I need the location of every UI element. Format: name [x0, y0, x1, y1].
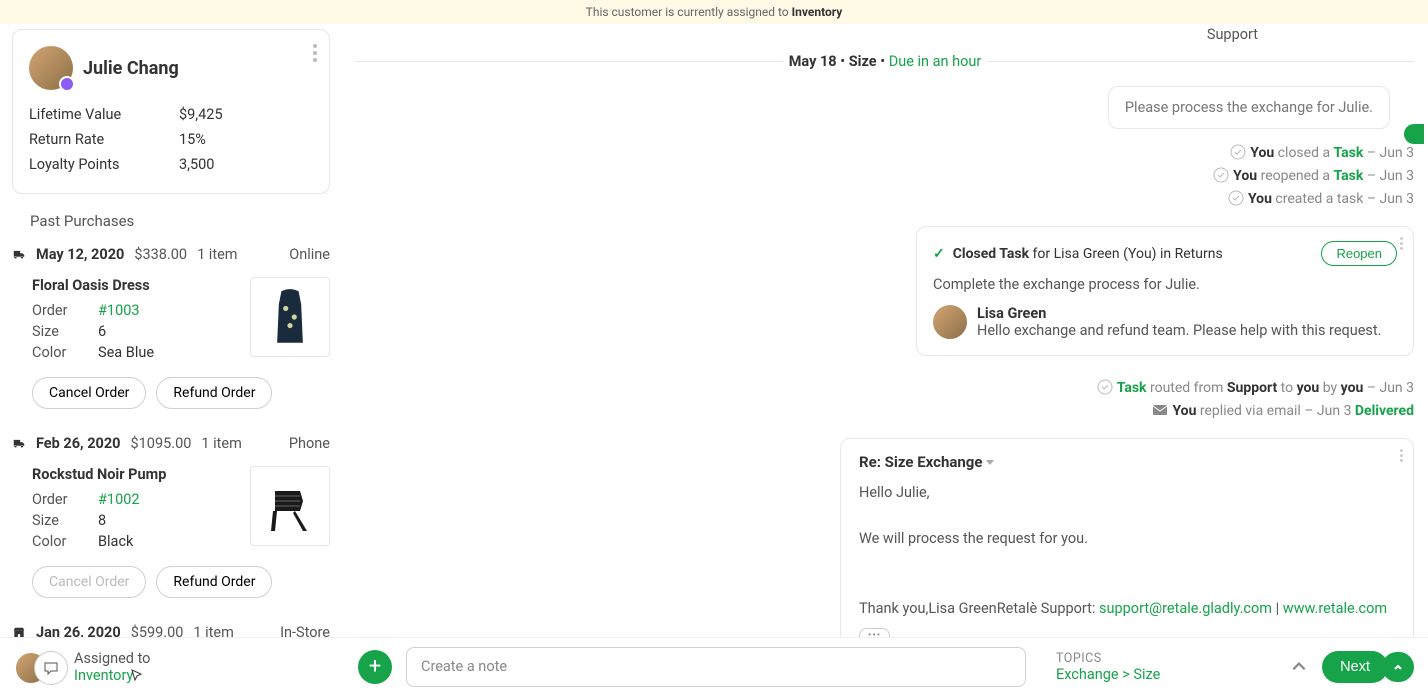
color-value: Black [98, 533, 133, 550]
order-label: Order [32, 302, 98, 319]
assigned-label: Assigned to [74, 650, 150, 667]
reopen-button[interactable]: Reopen [1321, 241, 1397, 266]
check-circle-icon [1097, 379, 1113, 395]
stat-label: Lifetime Value [29, 106, 179, 123]
divider-due: Due in an hour [889, 53, 982, 70]
divider-topic: Size [849, 53, 877, 70]
order-label: Order [32, 491, 98, 508]
divider-date: May 18 [789, 53, 837, 70]
customer-avatar [29, 46, 73, 90]
check-circle-icon [1228, 190, 1244, 206]
truck-icon [12, 437, 26, 451]
size-label: Size [32, 512, 98, 529]
banner-team: Inventory [792, 5, 843, 19]
stat-label: Return Rate [29, 131, 179, 148]
assigned-to[interactable]: Assigned to Inventory [14, 647, 344, 687]
sidebar: Julie Chang Lifetime Value$9,425 Return … [0, 24, 342, 695]
chat-icon [34, 651, 68, 685]
product-image [250, 277, 330, 357]
purchase-items: 1 item [197, 246, 237, 263]
message-text: Please process the exchange for Julie. [1125, 99, 1373, 116]
stat-label: Loyalty Points [29, 156, 179, 173]
purchase-total: $1095.00 [131, 435, 192, 452]
stat-value: 3,500 [179, 156, 214, 173]
customer-name: Julie Chang [83, 58, 179, 79]
task-body: Complete the exchange process for Julie. [933, 276, 1397, 293]
stat-row: Loyalty Points3,500 [29, 152, 313, 177]
commenter-avatar [933, 305, 967, 339]
cursor-icon [130, 668, 146, 684]
date-divider: May 18 • Size • Due in an hour [356, 53, 1414, 70]
support-email-link[interactable]: support@retale.gladly.com [1099, 600, 1272, 617]
past-purchases-title: Past Purchases [30, 212, 330, 230]
purchase-date: Feb 26, 2020 [36, 435, 121, 452]
task-status: Closed Task [953, 246, 1029, 262]
check-circle-icon [1230, 144, 1246, 160]
website-link[interactable]: www.retale.com [1283, 600, 1387, 617]
task-assignee: for Lisa Green (You) in Returns [1029, 246, 1223, 262]
product-image [250, 466, 330, 546]
purchase-items: 1 item [201, 435, 241, 452]
purchase: May 12, 2020 $338.00 1 item Online Flora… [12, 242, 330, 431]
commenter-name: Lisa Green [977, 305, 1382, 322]
status-dot-icon [1404, 124, 1424, 144]
next-dropdown-button[interactable] [1382, 652, 1414, 682]
check-circle-icon [1213, 167, 1229, 183]
task-card: ✓ Closed Task for Lisa Green (You) in Re… [916, 226, 1414, 356]
event-list: Task routed from Support to you by you –… [356, 364, 1414, 430]
stat-row: Return Rate15% [29, 127, 313, 152]
email-subject: Re: Size Exchange [859, 453, 982, 471]
topics-value: Exchange > Size [1056, 666, 1160, 683]
chevron-down-icon[interactable] [986, 460, 994, 465]
avatar-badge-icon [59, 76, 75, 92]
customer-menu-icon[interactable] [313, 44, 317, 62]
event-list: You closed a Task – Jun 3 You reopened a… [356, 129, 1414, 218]
banner-text: This customer is currently assigned to [586, 5, 792, 19]
purchase: Feb 26, 2020 $1095.00 1 item Phone Rocks… [12, 431, 330, 620]
color-label: Color [32, 533, 98, 550]
purchase-date: May 12, 2020 [36, 246, 124, 263]
chevron-up-icon[interactable] [1290, 658, 1308, 676]
cancel-order-button[interactable]: Cancel Order [32, 377, 146, 409]
comment-text: Hello exchange and refund team. Please h… [977, 322, 1382, 339]
mail-icon [1152, 402, 1168, 418]
support-label: Support [356, 24, 1414, 45]
message-bubble: Please process the exchange for Julie. [1108, 86, 1390, 129]
size-value: 8 [98, 512, 106, 529]
email-card: Re: Size Exchange Hello Julie, We will p… [840, 438, 1414, 658]
email-menu-icon[interactable] [1400, 449, 1403, 462]
order-link[interactable]: #1003 [98, 302, 140, 319]
color-label: Color [32, 344, 98, 361]
size-value: 6 [98, 323, 106, 340]
footer: Assigned to Inventory + TOPICS Exchange … [0, 637, 1428, 695]
email-body: Hello Julie, We will process the request… [859, 481, 1395, 620]
cancel-order-button: Cancel Order [32, 566, 146, 598]
topics-label: TOPICS [1056, 651, 1160, 666]
next-button[interactable]: Next [1322, 651, 1388, 683]
product-name: Rockstud Noir Pump [32, 466, 250, 483]
add-button[interactable]: + [358, 650, 392, 684]
refund-order-button[interactable]: Refund Order [156, 566, 272, 598]
purchase-channel: Phone [289, 435, 330, 452]
stat-value: $9,425 [179, 106, 223, 123]
topics[interactable]: TOPICS Exchange > Size [1056, 651, 1160, 683]
checkmark-icon: ✓ [933, 246, 945, 262]
task-menu-icon[interactable] [1400, 237, 1403, 250]
truck-icon [12, 248, 26, 262]
purchase-channel: Online [289, 246, 330, 263]
assignment-banner: This customer is currently assigned to I… [0, 0, 1428, 24]
stat-row: Lifetime Value$9,425 [29, 102, 313, 127]
timeline: Support May 18 • Size • Due in an hour P… [342, 24, 1428, 695]
purchase-total: $338.00 [134, 246, 187, 263]
color-value: Sea Blue [98, 344, 154, 361]
order-link[interactable]: #1002 [98, 491, 140, 508]
stat-value: 15% [179, 131, 206, 148]
refund-order-button[interactable]: Refund Order [156, 377, 272, 409]
customer-card: Julie Chang Lifetime Value$9,425 Return … [12, 29, 330, 194]
product-name: Floral Oasis Dress [32, 277, 250, 294]
size-label: Size [32, 323, 98, 340]
note-input[interactable] [406, 647, 1026, 687]
